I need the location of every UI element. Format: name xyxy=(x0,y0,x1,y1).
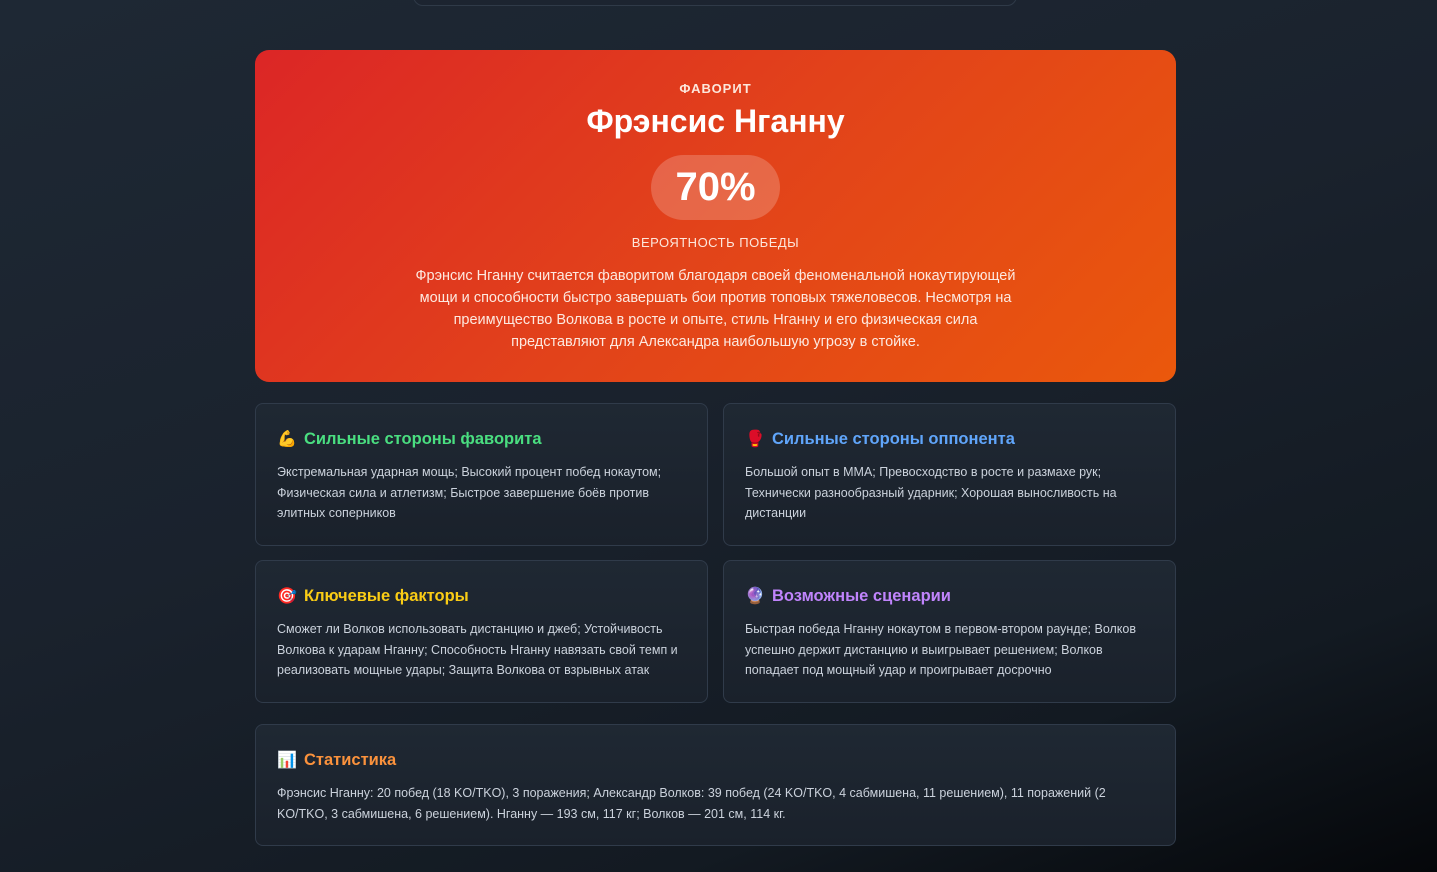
favorite-strengths-text: Экстремальная ударная мощь; Высокий проц… xyxy=(277,465,662,520)
statistics-card: 📊 Статистика Фрэнсис Нганну: 20 побед (18… xyxy=(255,724,1176,846)
favorite-strengths-card: 💪 Сильные стороны фаворита Экстремальная … xyxy=(255,403,708,546)
bar-chart-icon: 📊 xyxy=(277,750,297,769)
favorite-kicker: ФАВОРИТ xyxy=(679,81,752,96)
key-factors-heading: Ключевые факторы xyxy=(304,587,469,605)
boxing-glove-icon: 🥊 xyxy=(745,429,765,448)
opponent-strengths-card: 🥊 Сильные стороны оппонента Большой опыт … xyxy=(723,403,1176,546)
previous-section-card xyxy=(413,0,1017,6)
statistics-title: 📊 Статистика xyxy=(277,750,396,770)
favorite-strengths-title: 💪 Сильные стороны фаворита xyxy=(277,429,542,449)
statistics-heading: Статистика xyxy=(304,751,397,769)
flexed-biceps-icon: 💪 xyxy=(277,429,297,448)
favorite-hero-card: ФАВОРИТ Фрэнсис Нганну 70% ВЕРОЯТНОСТЬ П… xyxy=(255,50,1176,382)
crystal-ball-icon: 🔮 xyxy=(745,586,765,605)
scenarios-card: 🔮 Возможные сценарии Быстрая победа Нганн… xyxy=(723,560,1176,703)
win-probability-badge: 70% xyxy=(651,155,780,220)
key-factors-text: Сможет ли Волков использовать дистанцию … xyxy=(277,622,678,677)
win-probability-label: ВЕРОЯТНОСТЬ ПОБЕДЫ xyxy=(631,235,800,250)
opponent-strengths-heading: Сильные стороны оппонента xyxy=(772,430,1015,448)
statistics-text: Фрэнсис Нганну: 20 побед (18 KO/TKO), 3 … xyxy=(277,786,1106,821)
favorite-description: Фрэнсис Нганну считается фаворитом благо… xyxy=(415,268,1016,350)
key-factors-card: 🎯 Ключевые факторы Сможет ли Волков испол… xyxy=(255,560,708,703)
scenarios-heading: Возможные сценарии xyxy=(772,587,951,605)
scenarios-title: 🔮 Возможные сценарии xyxy=(745,586,951,606)
opponent-strengths-text: Большой опыт в ММА; Превосходство в рост… xyxy=(745,465,1117,520)
target-icon: 🎯 xyxy=(277,586,297,605)
favorite-fighter-name: Фрэнсис Нганну xyxy=(586,103,845,139)
key-factors-title: 🎯 Ключевые факторы xyxy=(277,586,469,606)
favorite-strengths-heading: Сильные стороны фаворита xyxy=(304,430,542,448)
opponent-strengths-title: 🥊 Сильные стороны оппонента xyxy=(745,429,1015,449)
scenarios-text: Быстрая победа Нганну нокаутом в первом-… xyxy=(745,622,1136,677)
